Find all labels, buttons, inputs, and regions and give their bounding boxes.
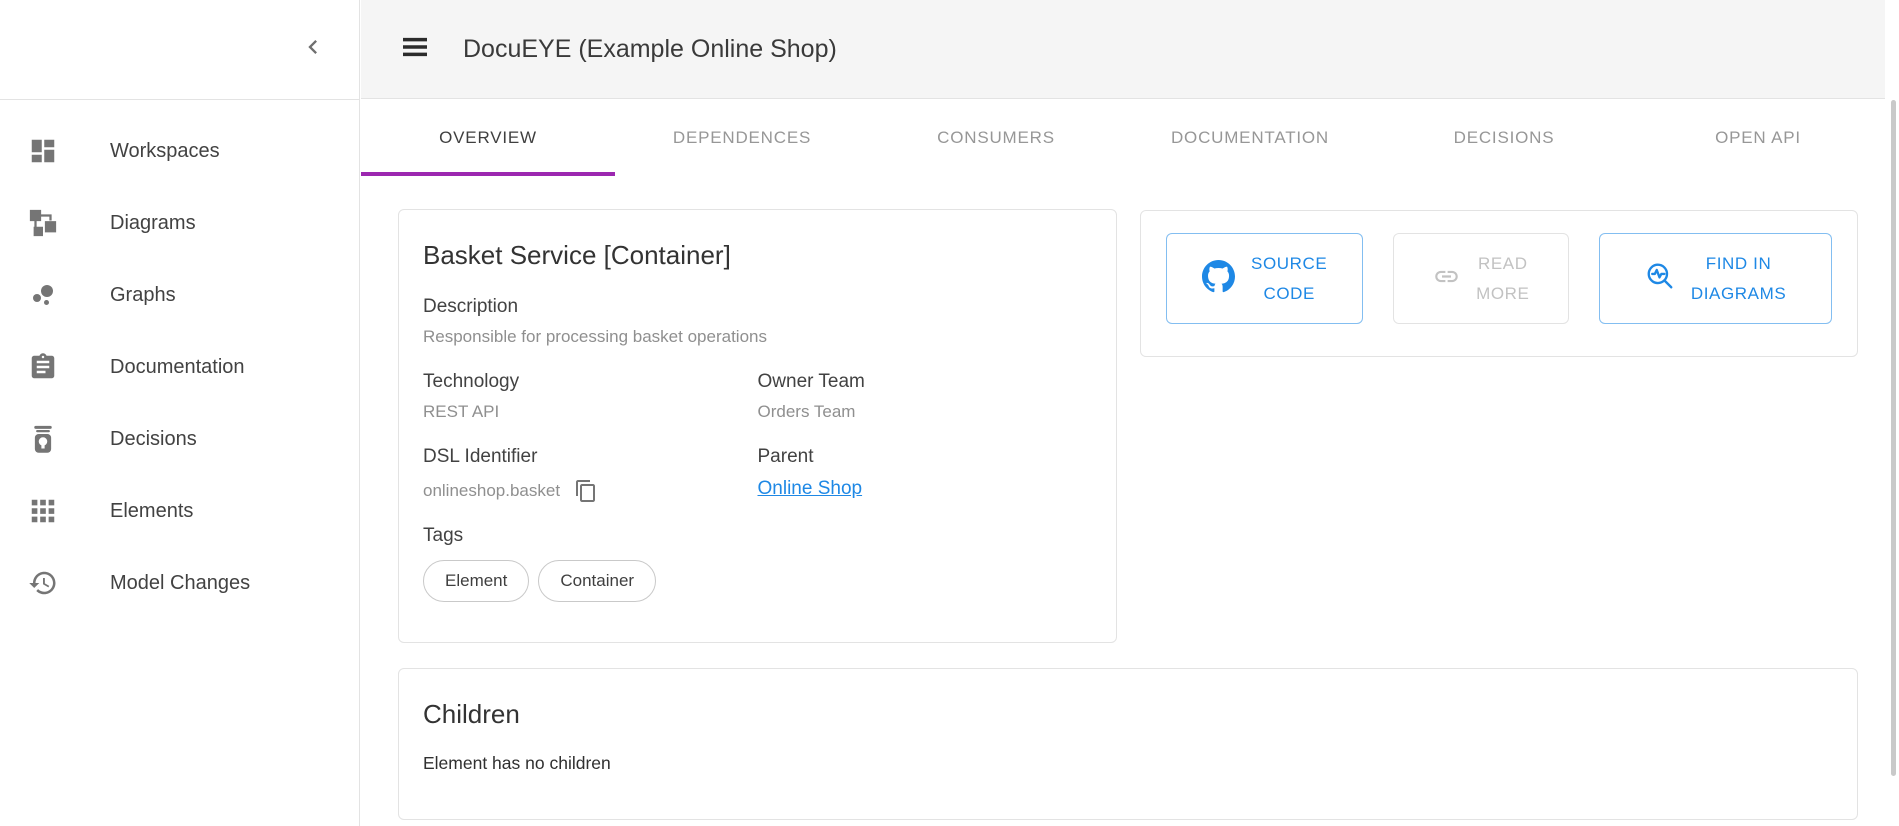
sidebar-item-diagrams[interactable]: Diagrams xyxy=(0,187,359,259)
description-value: Responsible for processing basket operat… xyxy=(423,327,1092,347)
technology-value: REST API xyxy=(423,402,758,422)
children-title: Children xyxy=(423,697,1833,731)
sidebar: Workspaces Diagrams Graphs Documentation xyxy=(0,0,360,826)
clipboard-icon xyxy=(28,352,58,382)
source-code-label: SOURCE CODE xyxy=(1251,249,1327,309)
app-bar: DocuEYE (Example Online Shop) xyxy=(361,0,1885,99)
tab-consumers[interactable]: CONSUMERS xyxy=(869,100,1123,176)
sidebar-item-graphs[interactable]: Graphs xyxy=(0,259,359,331)
sidebar-header xyxy=(0,0,359,100)
history-icon xyxy=(28,568,58,598)
element-overview-card: Basket Service [Container] Description R… xyxy=(398,209,1117,643)
tab-open-api[interactable]: OPEN API xyxy=(1631,100,1885,176)
hamburger-menu-button[interactable] xyxy=(395,29,435,69)
sidebar-collapse-button[interactable] xyxy=(293,30,333,70)
dashboard-icon xyxy=(28,136,58,166)
sidebar-item-label: Model Changes xyxy=(110,572,250,595)
tag-chip-container[interactable]: Container xyxy=(538,560,656,602)
tab-documentation[interactable]: DOCUMENTATION xyxy=(1123,100,1377,176)
tab-overview[interactable]: OVERVIEW xyxy=(361,100,615,176)
children-card: Children Element has no children xyxy=(398,668,1858,820)
owner-team-label: Owner Team xyxy=(758,371,1093,393)
tab-dependences[interactable]: DEPENDENCES xyxy=(615,100,869,176)
technology-label: Technology xyxy=(423,371,758,393)
sidebar-item-workspaces[interactable]: Workspaces xyxy=(0,115,359,187)
sidebar-item-elements[interactable]: Elements xyxy=(0,475,359,547)
description-label: Description xyxy=(423,296,1092,318)
page-title: DocuEYE (Example Online Shop) xyxy=(463,35,837,64)
element-title: Basket Service [Container] xyxy=(423,238,1092,272)
source-code-button[interactable]: SOURCE CODE xyxy=(1166,233,1363,324)
sidebar-item-documentation[interactable]: Documentation xyxy=(0,331,359,403)
content-copy-icon xyxy=(574,490,598,507)
tab-decisions[interactable]: DECISIONS xyxy=(1377,100,1631,176)
dsl-identifier-value: onlineshop.basket xyxy=(423,481,560,501)
lightbulb-jar-icon xyxy=(28,424,58,454)
sidebar-item-label: Elements xyxy=(110,500,193,523)
sidebar-item-model-changes[interactable]: Model Changes xyxy=(0,547,359,619)
bubble-chart-icon xyxy=(28,280,58,310)
sidebar-item-label: Documentation xyxy=(110,356,245,379)
find-in-diagrams-label: FIND IN DIAGRAMS xyxy=(1691,249,1786,309)
parent-link[interactable]: Online Shop xyxy=(758,477,863,501)
sidebar-item-decisions[interactable]: Decisions xyxy=(0,403,359,475)
sidebar-item-label: Graphs xyxy=(110,284,176,307)
grid-apps-icon xyxy=(28,496,58,526)
read-more-button: READ MORE xyxy=(1393,233,1569,324)
sidebar-item-label: Workspaces xyxy=(110,140,220,163)
hamburger-menu-icon xyxy=(399,31,431,68)
sidebar-nav: Workspaces Diagrams Graphs Documentation xyxy=(0,100,359,619)
sidebar-item-label: Decisions xyxy=(110,428,197,451)
vertical-scrollbar[interactable] xyxy=(1891,100,1896,776)
copy-button[interactable] xyxy=(574,479,598,503)
tag-chip-element[interactable]: Element xyxy=(423,560,529,602)
search-diagram-icon xyxy=(1645,261,1675,296)
tags-label: Tags xyxy=(423,525,1092,547)
link-icon xyxy=(1433,263,1460,295)
parent-label: Parent xyxy=(758,446,1093,468)
tab-strip: OVERVIEW DEPENDENCES CONSUMERS DOCUMENTA… xyxy=(361,100,1885,176)
schema-icon xyxy=(28,208,58,238)
sidebar-item-label: Diagrams xyxy=(110,212,196,235)
children-empty-text: Element has no children xyxy=(423,753,1833,774)
dsl-identifier-label: DSL Identifier xyxy=(423,446,758,468)
github-icon xyxy=(1202,260,1235,298)
read-more-label: READ MORE xyxy=(1476,249,1529,309)
owner-team-value: Orders Team xyxy=(758,402,1093,422)
chevron-left-icon xyxy=(299,33,327,66)
actions-card: SOURCE CODE READ MORE FIND IN DIAGRAMS xyxy=(1140,210,1858,357)
tags-chips: Element Container xyxy=(423,560,1092,602)
find-in-diagrams-button[interactable]: FIND IN DIAGRAMS xyxy=(1599,233,1832,324)
